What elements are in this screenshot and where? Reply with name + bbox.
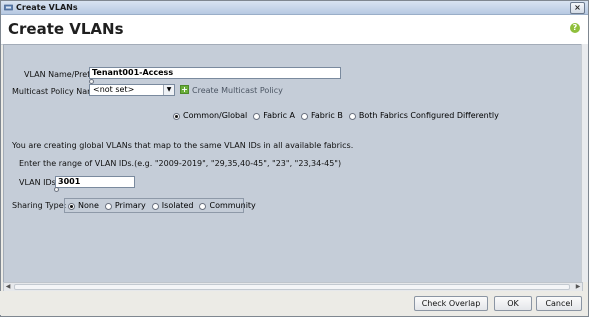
check-overlap-button[interactable]: Check Overlap <box>414 296 488 311</box>
vlan-range-hint: Enter the range of VLAN IDs.(e.g. "2009-… <box>19 159 342 168</box>
vlan-ids-input[interactable]: 3001 <box>55 176 135 188</box>
radio-icon[interactable] <box>199 202 207 210</box>
multicast-policy-select[interactable]: <not set> ▼ <box>89 84 175 96</box>
dialog-footer: Check Overlap OK Cancel <box>0 291 587 315</box>
radio-selected-icon[interactable] <box>68 202 75 210</box>
create-multicast-policy-link[interactable]: Create Multicast Policy <box>192 86 283 96</box>
fabric-option-both-fabrics[interactable]: Both Fabrics Configured Differently <box>348 111 499 121</box>
fabric-option-label: Both Fabrics Configured Differently <box>358 111 499 120</box>
sharing-option-label: Isolated <box>161 201 194 210</box>
help-icon[interactable]: ? <box>570 23 580 33</box>
radio-icon[interactable] <box>104 202 112 210</box>
title-bar: Create VLANs × <box>1 1 588 15</box>
required-indicator-icon <box>54 187 59 192</box>
window-title: Create VLANs <box>16 3 78 12</box>
cancel-button[interactable]: Cancel <box>536 296 582 311</box>
close-button[interactable]: × <box>570 2 585 14</box>
sharing-option-primary[interactable]: Primary <box>104 201 146 211</box>
plus-icon[interactable]: + <box>180 85 189 94</box>
multicast-policy-value: <not set> <box>93 85 135 94</box>
sharing-type-label: Sharing Type: <box>12 201 67 210</box>
sharing-radio-row: None Primary Isolated Community <box>68 201 262 211</box>
radio-icon[interactable] <box>348 112 356 120</box>
vlan-name-input[interactable]: Tenant001-Access <box>89 67 341 79</box>
scroll-left-icon[interactable]: ◀ <box>4 283 12 291</box>
page-title: Create VLANs <box>8 20 124 38</box>
vertical-scrollbar[interactable] <box>581 44 588 282</box>
scroll-right-icon[interactable]: ▶ <box>574 283 582 291</box>
radio-selected-icon[interactable] <box>173 112 180 120</box>
vlan-ids-label: VLAN IDs: <box>19 178 59 187</box>
fabric-radio-group: Common/Global Fabric A Fabric B Both Fab… <box>173 111 505 121</box>
fabric-option-fabric-b[interactable]: Fabric B <box>301 111 343 121</box>
vlan-network-icon <box>4 4 13 11</box>
ok-button[interactable]: OK <box>494 296 532 311</box>
sharing-option-label: Primary <box>114 201 146 210</box>
sharing-option-community[interactable]: Community <box>199 201 256 211</box>
scroll-thumb[interactable] <box>14 284 570 290</box>
radio-icon[interactable] <box>301 112 309 120</box>
sharing-option-label: Community <box>209 201 256 210</box>
chevron-down-icon[interactable]: ▼ <box>163 85 174 95</box>
fabric-option-label: Fabric B <box>311 111 343 120</box>
fabric-option-common-global[interactable]: Common/Global <box>173 111 247 121</box>
radio-icon[interactable] <box>253 112 261 120</box>
sharing-option-none[interactable]: None <box>68 201 99 211</box>
radio-icon[interactable] <box>151 202 159 210</box>
dialog-header: Create VLANs ? <box>1 15 588 45</box>
fabric-option-fabric-a[interactable]: Fabric A <box>253 111 295 121</box>
fabric-option-label: Common/Global <box>183 111 248 120</box>
sharing-option-isolated[interactable]: Isolated <box>151 201 194 211</box>
fabric-option-label: Fabric A <box>263 111 296 120</box>
sharing-option-label: None <box>78 201 99 210</box>
global-vlan-note: You are creating global VLANs that map t… <box>12 141 354 150</box>
